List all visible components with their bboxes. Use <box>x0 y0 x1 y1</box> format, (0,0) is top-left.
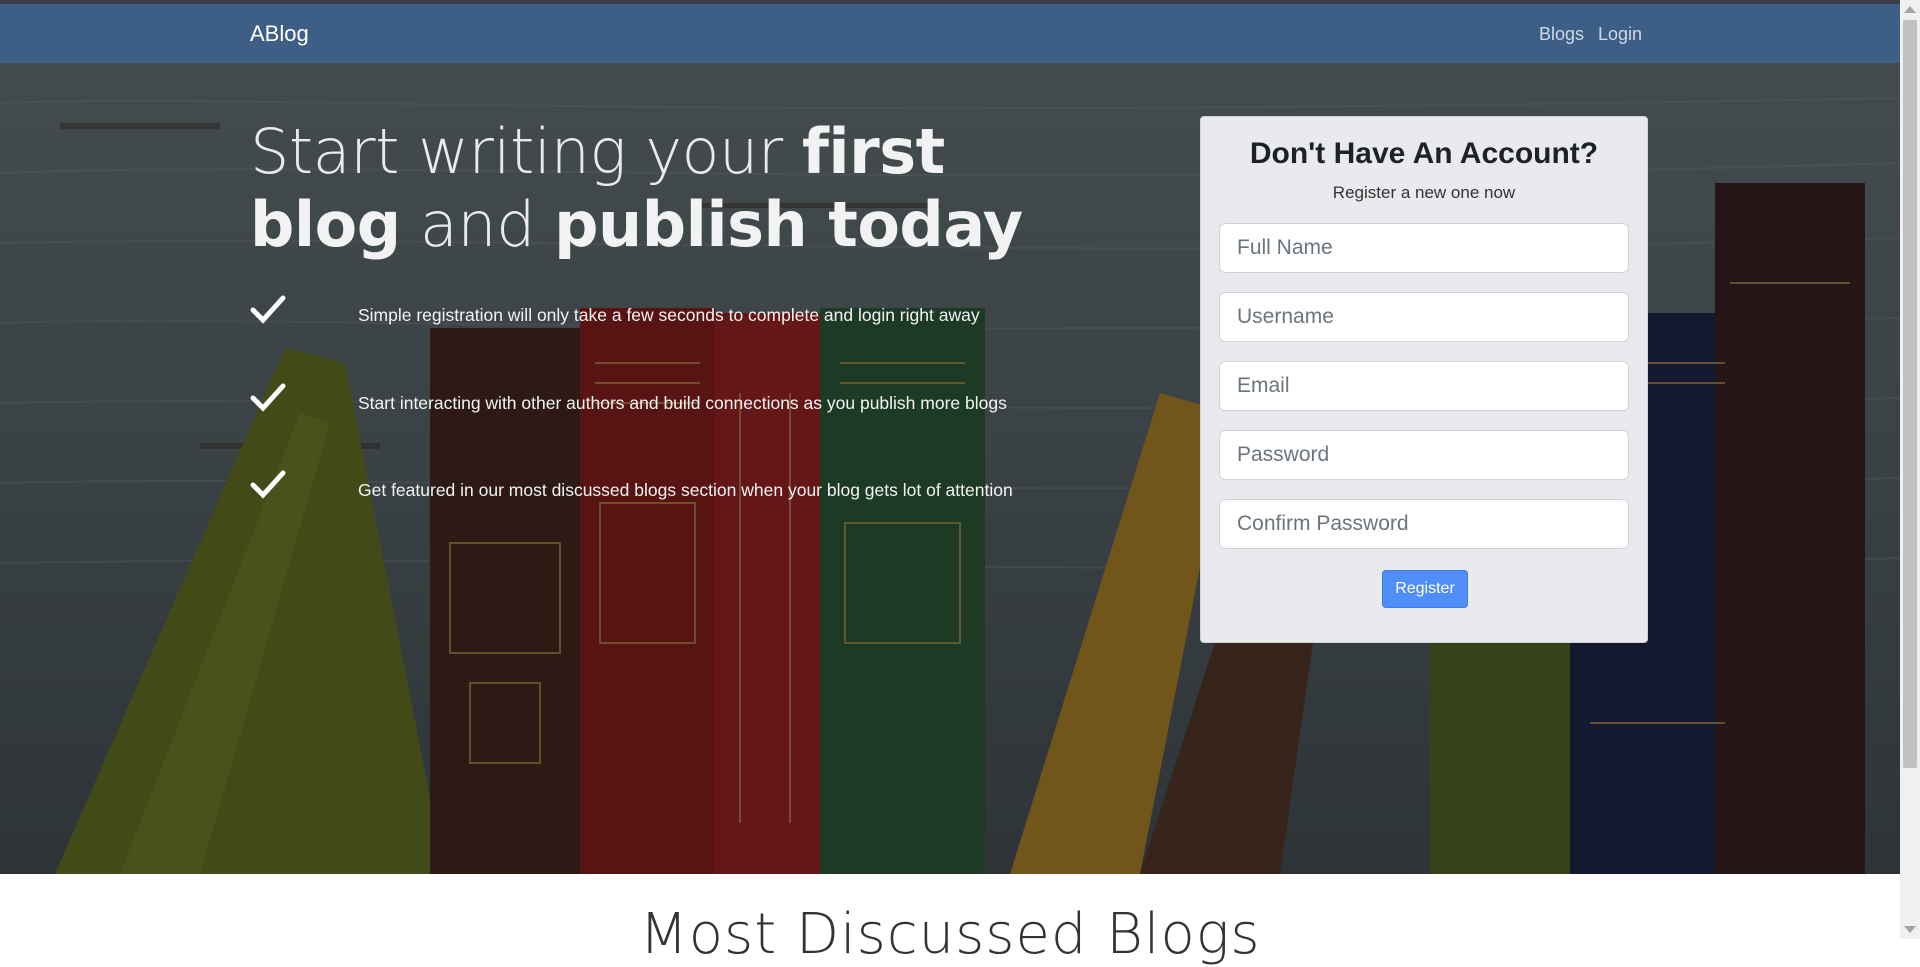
scrollbar-thumb[interactable] <box>1903 20 1917 768</box>
check-icon <box>250 295 286 324</box>
section-title-most-discussed: Most Discussed Blogs <box>639 902 1261 967</box>
register-button[interactable]: Register <box>1382 570 1468 608</box>
headline-part2: and <box>400 188 555 261</box>
feature-item: Start interacting with other authors and… <box>250 383 1150 433</box>
register-card-subtitle: Register a new one now <box>1332 183 1516 202</box>
email-input[interactable] <box>1219 361 1629 411</box>
feature-item: Get featured in our most discussed blogs… <box>250 470 1150 520</box>
feature-text: Simple registration will only take a few… <box>358 305 980 325</box>
headline-part1: Start writing your <box>250 115 802 188</box>
feature-text: Get featured in our most discussed blogs… <box>358 480 1013 500</box>
register-card-title: Don't Have An Account? <box>1249 137 1599 170</box>
username-input[interactable] <box>1219 292 1629 342</box>
register-card: Don't Have An Account? Register a new on… <box>1200 116 1648 643</box>
check-icon <box>250 383 286 412</box>
hero-headline: Start writing your first blog and publis… <box>250 115 1110 261</box>
check-icon <box>250 470 286 499</box>
page-scrollbar[interactable] <box>1900 0 1920 939</box>
feature-item: Simple registration will only take a few… <box>250 295 1150 345</box>
scroll-up-icon[interactable] <box>1904 6 1916 13</box>
brand-logo[interactable]: ABlog <box>250 21 309 47</box>
nav-link-blogs[interactable]: Blogs <box>1539 24 1584 45</box>
scroll-down-icon[interactable] <box>1904 926 1916 933</box>
headline-bold2: publish today <box>554 188 1023 261</box>
password-input[interactable] <box>1219 430 1629 480</box>
confirm-password-input[interactable] <box>1219 499 1629 549</box>
full-name-input[interactable] <box>1219 223 1629 273</box>
feature-text: Start interacting with other authors and… <box>358 393 1007 413</box>
navbar: ABlog Blogs Login <box>0 4 1900 63</box>
nav-link-login[interactable]: Login <box>1598 24 1642 45</box>
